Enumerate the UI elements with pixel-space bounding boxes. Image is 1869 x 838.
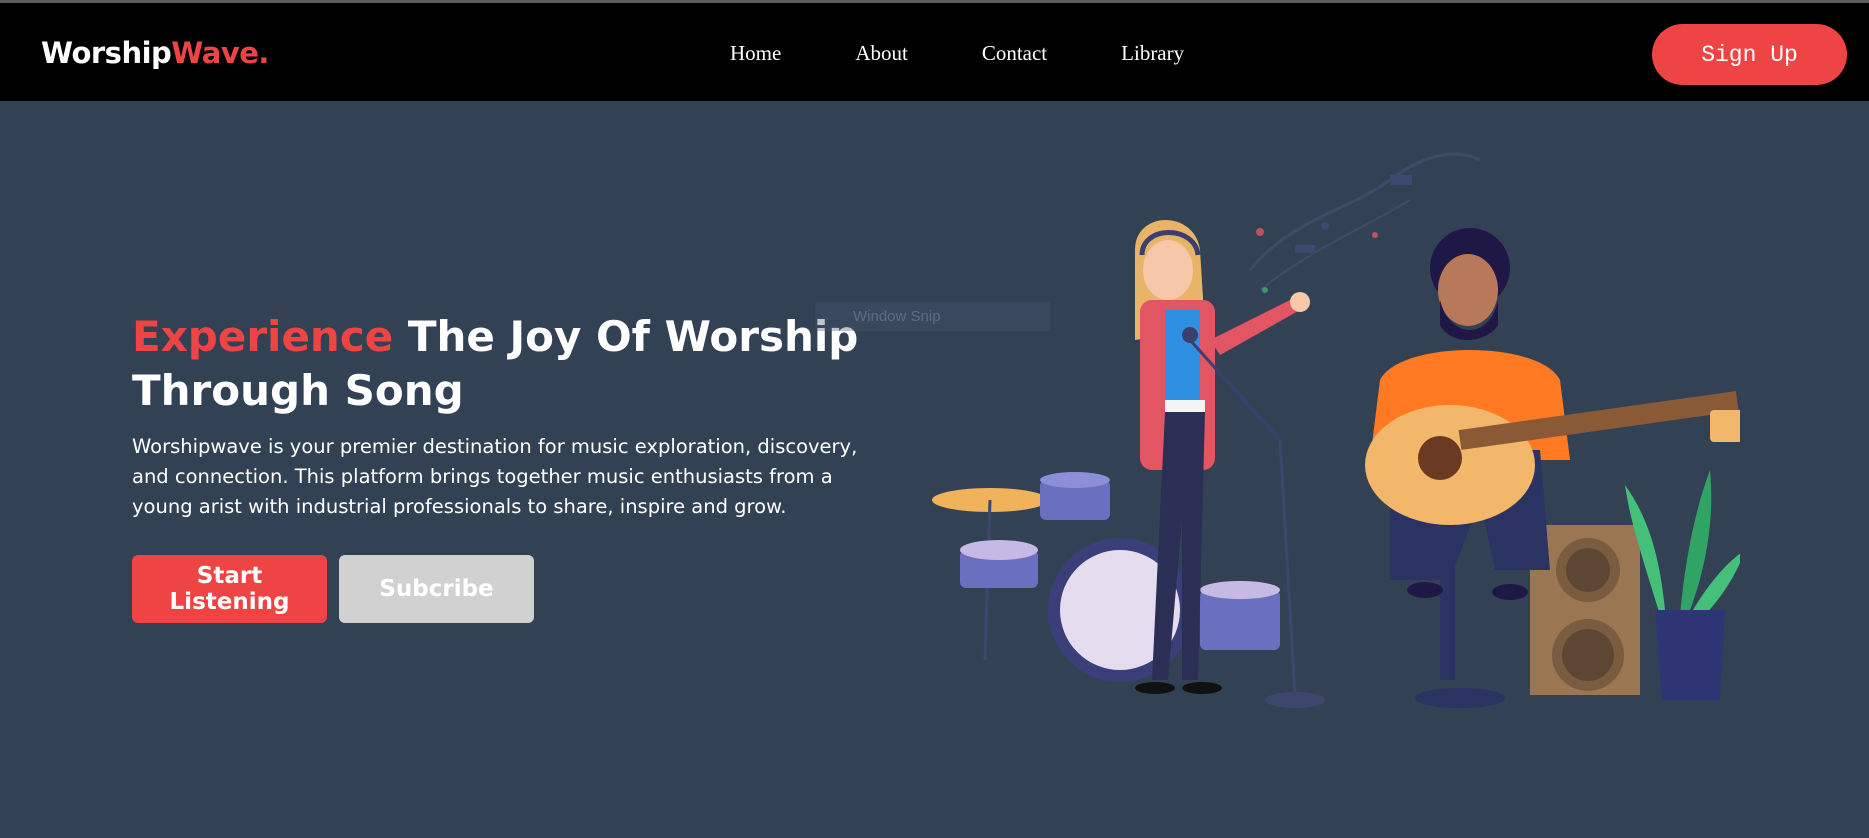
brand-name-part2: Wave. [171, 36, 269, 70]
plant-icon [1625, 470, 1740, 700]
hero-text: Experience The Joy Of Worship Through So… [132, 310, 892, 522]
hero-actions: Start Listening Subcribe [132, 555, 534, 623]
nav-about[interactable]: About [855, 41, 908, 66]
main-nav: Home About Contact Library [730, 41, 1184, 66]
site-header: WorshipWave. Home About Contact Library … [0, 3, 1869, 101]
subscribe-button[interactable]: Subcribe [339, 555, 534, 623]
band-illustration [932, 152, 1740, 708]
hero-title-accent: Experience [132, 312, 394, 361]
sign-up-button[interactable]: Sign Up [1652, 24, 1847, 85]
hero-title: Experience The Joy Of Worship Through So… [132, 310, 892, 418]
drum-kit-icon [932, 439, 1325, 708]
brand-name-part1: Worship [41, 36, 172, 70]
hero-description: Worshipwave is your premier destination … [132, 435, 858, 518]
nav-library[interactable]: Library [1121, 41, 1184, 66]
nav-home[interactable]: Home [730, 41, 781, 66]
brand-logo[interactable]: WorshipWave. [41, 36, 269, 70]
nav-contact[interactable]: Contact [982, 41, 1047, 66]
start-listening-button[interactable]: Start Listening [132, 555, 327, 623]
